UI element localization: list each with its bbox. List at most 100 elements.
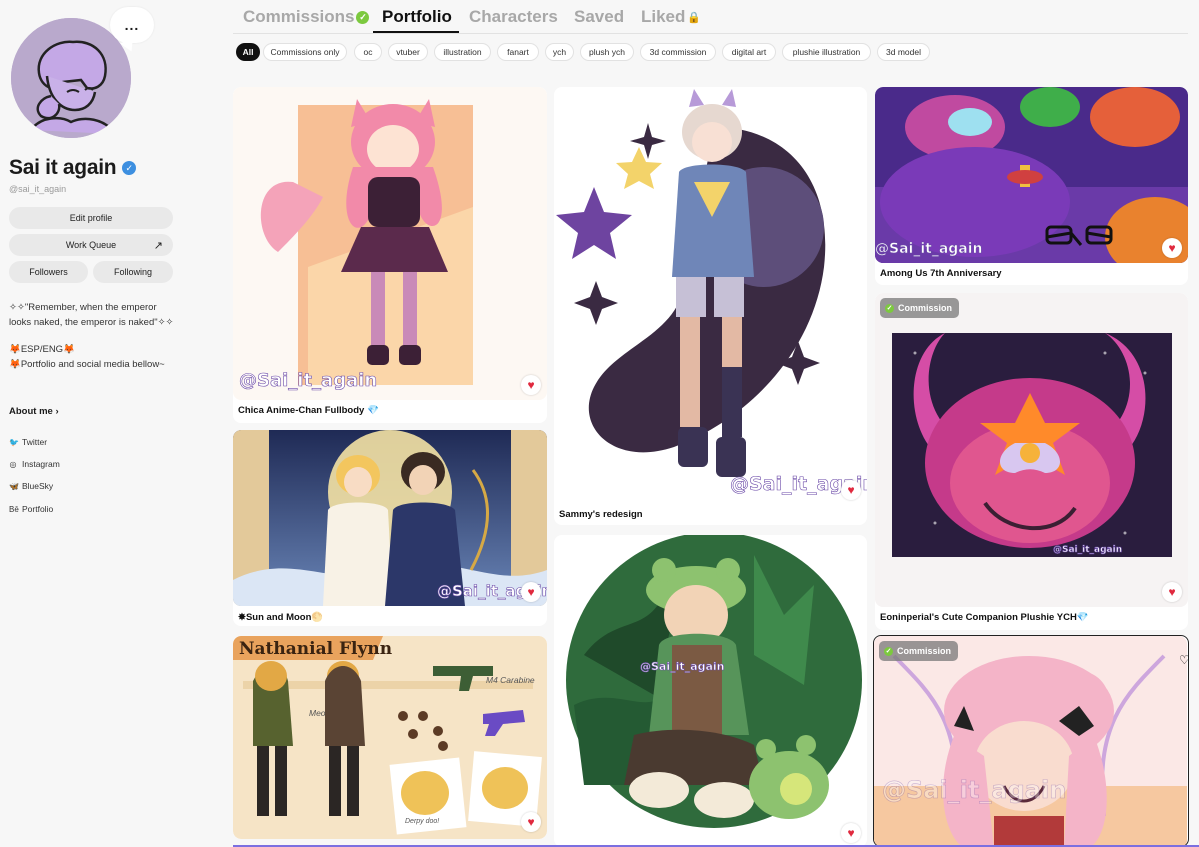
artwork-image[interactable]: @Sai_it_again [875,293,1188,607]
user-handle: @sai_it_again [9,184,67,194]
commission-badge: ✓ Commission [880,298,960,318]
character-name-banner: Nathanial Flynn [239,639,393,659]
bio: ✧✧"Remember, when the emperor looks nake… [9,300,179,384]
heart-outline-icon[interactable]: ♡ [1179,653,1190,667]
tab-characters[interactable]: Characters [469,7,558,27]
edit-profile-label: Edit profile [69,213,113,223]
more-icon: ... [124,17,140,33]
artwork-image[interactable]: @Sai_it_again [554,87,867,504]
bio-languages: 🦊ESP/ENG🦊 [9,344,75,355]
instagram-icon: ◎ [9,459,17,469]
like-heart-icon[interactable]: ♥ [1162,238,1182,258]
artist-watermark: @Sai_it_again [640,660,725,674]
filter-chip-vtuber[interactable]: vtuber [388,43,428,61]
work-queue-label: Work Queue [65,240,117,250]
social-label: Portfolio [22,504,54,514]
external-arrow-icon: ↗ [153,239,163,252]
artwork-title[interactable]: Chica Anime-Chan Fullbody 💎 [238,405,379,416]
check-icon: ✓ [356,11,370,25]
tab-label: Characters [469,7,558,26]
like-heart-icon[interactable]: ♥ [521,582,541,602]
bio-quote: ✧✧"Remember, when the emperor looks nake… [9,302,174,328]
active-tab-indicator [373,31,459,33]
meow-label: Meo [309,708,326,718]
filter-chip-all[interactable]: All [236,43,260,61]
filter-chip-oc[interactable]: oc [354,43,382,61]
butterfly-icon: 🦋 [9,481,19,491]
artist-watermark: @Sai_it_again [239,370,378,392]
filter-chip-3d-commission[interactable]: 3d commission [640,43,716,61]
portfolio-card[interactable]: Nathanial Flynn M4 Carabine Meo Derpy do… [233,636,547,839]
portfolio-card[interactable]: @Sai_it_again ♥ ✸Sun and Moon🌕 [233,430,547,626]
social-link-bluesky[interactable]: 🦋 BlueSky [9,481,53,491]
artwork-title[interactable]: ✸Sun and Moon🌕 [238,612,323,623]
social-link-portfolio[interactable]: Bē Portfolio [9,504,53,514]
polaroid-caption: Derpy doo! [405,818,440,825]
display-name: Sai it again [9,156,117,179]
artwork-image[interactable]: @Sai_it_again [233,87,547,400]
artwork-title[interactable]: Among Us 7th Anniversary [880,268,1002,279]
portfolio-card[interactable]: @Sai_it_again ♥ Chica Anime-Chan Fullbod… [233,87,547,423]
artist-watermark: @Sai_it_again [875,241,983,258]
artwork-image[interactable]: @Sai_it_again [554,535,867,847]
check-icon: ✓ [885,303,894,313]
filter-chip-illustration[interactable]: illustration [434,43,491,61]
filter-chip-fanart[interactable]: fanart [497,43,539,61]
behance-icon: Bē [9,504,19,514]
portfolio-card[interactable]: @Sai_it_again ♥ Among Us 7th Anniversary [875,87,1188,285]
bird-icon: 🐦 [9,437,19,447]
tab-label: Portfolio [382,7,452,26]
tab-portfolio[interactable]: Portfolio [382,7,452,27]
social-link-twitter[interactable]: 🐦 Twitter [9,437,47,447]
following-button[interactable]: Following [93,261,173,283]
filter-chip-plushie-illustration[interactable]: plushie illustration [782,43,871,61]
lock-icon: 🔒 [687,12,702,25]
edit-profile-button[interactable]: Edit profile [9,207,173,229]
filter-chip-3d-model[interactable]: 3d model [877,43,930,61]
profile-tabs: Commissions ✓ Portfolio Characters Saved … [233,0,1188,34]
portfolio-card[interactable]: @Sai_it_again ♥ [554,535,867,847]
following-label: Following [113,267,153,277]
like-heart-icon[interactable]: ♥ [1162,582,1182,602]
portfolio-card[interactable]: @Sai_it_again ♥ Sammy's redesign [554,87,867,525]
commission-badge: ✓ Commission [879,641,959,661]
followers-label: Followers [29,267,68,277]
like-heart-icon[interactable]: ♥ [841,480,861,500]
artwork-image[interactable]: Nathanial Flynn M4 Carabine Meo Derpy do… [233,636,547,839]
artwork-image[interactable]: @Sai_it_again [874,636,1187,846]
name-row: Sai it again ✓ [9,156,137,180]
artwork-title[interactable]: Eoninperial's Cute Companion Plushie YCH… [880,612,1089,623]
social-label: Twitter [22,437,48,447]
about-me-link[interactable]: About me › [9,406,59,417]
like-heart-icon[interactable]: ♥ [521,812,541,832]
social-label: Instagram [22,459,60,469]
artwork-title[interactable]: Sammy's redesign [559,509,643,520]
weapon-label: M4 Carabine [486,675,535,685]
tab-label: Liked [641,7,686,26]
like-heart-icon[interactable]: ♥ [521,375,541,395]
artwork-image[interactable]: @Sai_it_again [875,87,1188,263]
more-options-button[interactable]: ... [110,7,154,43]
badge-label: Commission [898,303,953,313]
portfolio-card-selected[interactable]: @Sai_it_again ✓ Commission [873,635,1189,847]
social-label: BlueSky [22,481,54,491]
portfolio-card[interactable]: @Sai_it_again ✓ Commission ♥ Eoninperial… [875,293,1188,630]
like-heart-icon[interactable]: ♥ [841,823,861,843]
filter-chip-commissions-only[interactable]: Commissions only [263,43,347,61]
check-icon: ✓ [884,646,893,656]
filter-chip-plush-ych[interactable]: plush ych [580,43,634,61]
artist-watermark: @Sai_it_again [882,776,1067,805]
followers-button[interactable]: Followers [9,261,88,283]
filter-chip-digital-art[interactable]: digital art [722,43,776,61]
social-link-instagram[interactable]: ◎ Instagram [9,459,60,469]
work-queue-button[interactable]: Work Queue ↗ [9,234,173,256]
tab-label: Saved [574,7,625,26]
artist-watermark: @Sai_it_again [1053,545,1123,556]
artwork-image[interactable]: @Sai_it_again [233,430,547,606]
tab-saved[interactable]: Saved [574,7,624,27]
tab-liked[interactable]: Liked 🔒 [641,7,701,27]
bio-links-note: 🦊Portfolio and social media bellow~ [9,359,165,370]
tab-commissions[interactable]: Commissions ✓ [243,7,370,27]
filter-chip-ych[interactable]: ych [545,43,574,61]
profile-sidebar: ... Sai it again ✓ @sai_it_again Edit pr… [0,0,190,847]
